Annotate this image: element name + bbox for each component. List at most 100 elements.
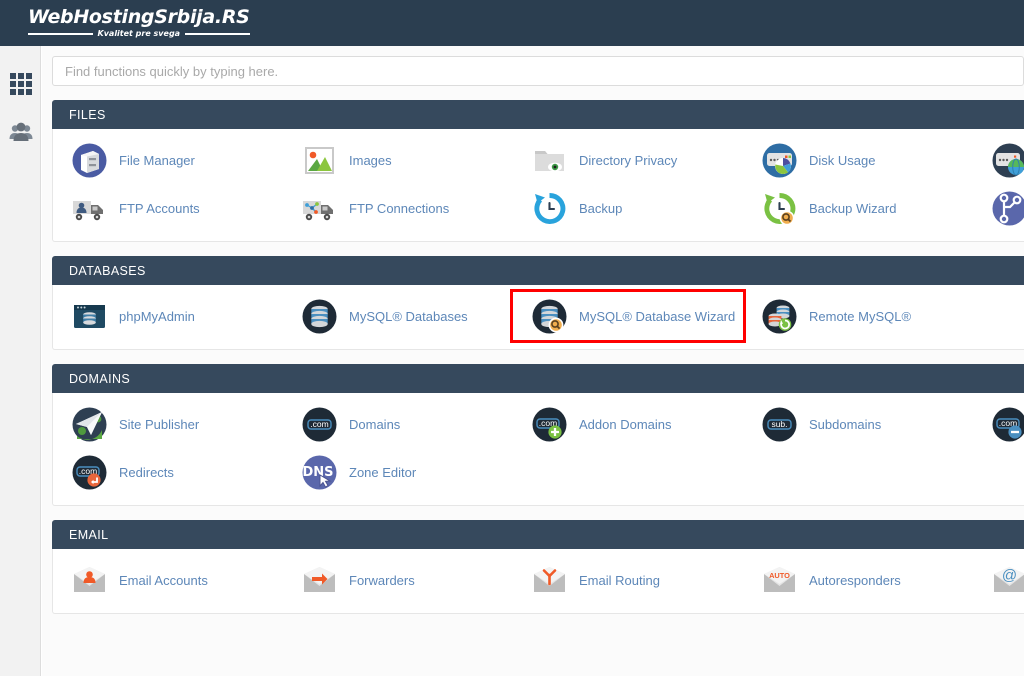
tool-item-addon-domains[interactable]: .com Addon Domains <box>513 400 743 448</box>
section-header-email: EMAIL <box>52 520 1024 549</box>
forwarders-icon <box>301 562 338 599</box>
tool-item-label[interactable]: File Manager <box>119 153 195 168</box>
section-header-domains: DOMAINS <box>52 364 1024 393</box>
logo-rule-right <box>185 33 250 35</box>
svg-text:.com: .com <box>310 419 328 429</box>
tool-item-label[interactable]: Remote MySQL® <box>809 309 911 324</box>
svg-text:AUTO: AUTO <box>769 571 790 580</box>
sidebar-item-user-manager[interactable] <box>0 108 41 156</box>
logo-subtitle-row: Kvalitet pre svega <box>28 30 250 38</box>
tool-item-label[interactable]: Email Routing <box>579 573 660 588</box>
backup-wizard-icon <box>761 190 798 227</box>
item-row: phpMyAdmin MySQL® Databases MySQL® Datab… <box>53 289 1024 343</box>
grid-icon <box>9 73 32 95</box>
section-body-databases: phpMyAdmin MySQL® Databases MySQL® Datab… <box>52 285 1024 350</box>
tool-item-remote-mysql[interactable]: Remote MySQL® <box>743 292 973 340</box>
tool-item-file-manager[interactable]: File Manager <box>53 136 283 184</box>
tool-item-label[interactable]: Backup <box>579 201 622 216</box>
tool-item-label[interactable]: Zone Editor <box>349 465 416 480</box>
sidebar-item-tools[interactable] <box>0 60 41 108</box>
tool-item-disk-usage[interactable]: Disk Usage <box>743 136 973 184</box>
tool-item-autoresponders[interactable]: AUTO Autoresponders <box>743 556 973 604</box>
tool-item-ftp-connections[interactable]: FTP Connections <box>283 184 513 232</box>
email-accounts-icon <box>71 562 108 599</box>
tool-item-label[interactable]: FTP Accounts <box>119 201 200 216</box>
item-row: FTP Accounts FTP Connections Backup Back… <box>53 184 1024 232</box>
tool-item-label[interactable]: Subdomains <box>809 417 881 432</box>
tool-item-backup[interactable]: Backup <box>513 184 743 232</box>
logo-subtitle: Kvalitet pre svega <box>97 29 181 38</box>
email-routing-icon <box>531 562 568 599</box>
tool-item-label[interactable]: MySQL® Database Wizard <box>579 309 735 324</box>
item-row: .com Redirects DNS Zone Editor <box>53 448 1024 496</box>
tool-item-label[interactable]: Email Accounts <box>119 573 208 588</box>
addon-domains-icon: .com <box>531 406 568 443</box>
tool-item-mysql-databases[interactable]: MySQL® Databases <box>283 292 513 340</box>
tool-item-subdomains[interactable]: sub. Subdomains <box>743 400 973 448</box>
tool-item-ftp-accounts[interactable]: FTP Accounts <box>53 184 283 232</box>
tool-item-email-accounts[interactable]: Email Accounts <box>53 556 283 604</box>
tool-item-forwarders[interactable]: Forwarders <box>283 556 513 604</box>
section-header-files: FILES <box>52 100 1024 129</box>
section-body-domains: Site Publisher .com Domains .com Addon D… <box>52 393 1024 506</box>
section-header-databases: DATABASES <box>52 256 1024 285</box>
tool-item-label[interactable]: phpMyAdmin <box>119 309 195 324</box>
tool-item-site-publisher[interactable]: Site Publisher <box>53 400 283 448</box>
logo-title: WebHostingSrbija.RS <box>28 6 250 28</box>
tool-item-label[interactable]: Disk Usage <box>809 153 875 168</box>
ftp-accounts-icon <box>71 190 108 227</box>
site-logo[interactable]: WebHostingSrbija.RS Kvalitet pre svega <box>0 8 250 38</box>
aliases-icon: .com <box>991 406 1024 443</box>
tool-item-label[interactable]: Domains <box>349 417 400 432</box>
tool-item-zone-editor[interactable]: DNS Zone Editor <box>283 448 513 496</box>
users-icon <box>8 122 34 142</box>
left-sidebar <box>0 46 41 676</box>
tool-item-label[interactable]: MySQL® Databases <box>349 309 468 324</box>
directory-privacy-icon <box>531 142 568 179</box>
tool-item-email-routing[interactable]: Email Routing <box>513 556 743 604</box>
tool-item-redirects[interactable]: .com Redirects <box>53 448 283 496</box>
redirects-icon: .com <box>71 454 108 491</box>
tool-item-label[interactable]: Directory Privacy <box>579 153 677 168</box>
search-input[interactable] <box>52 56 1024 86</box>
backup-icon <box>531 190 568 227</box>
tool-item-label[interactable]: Redirects <box>119 465 174 480</box>
tool-item-backup-wizard[interactable]: Backup Wizard <box>743 184 973 232</box>
section-email: EMAIL Email Accounts Forwarders Email Ro… <box>52 520 1024 614</box>
svg-text:sub.: sub. <box>771 419 787 429</box>
file-manager-icon <box>71 142 108 179</box>
item-row: File Manager Images Directory Privacy Di… <box>53 136 1024 184</box>
section-databases: DATABASES phpMyAdmin MySQL® Databases My… <box>52 256 1024 350</box>
images-icon <box>301 142 338 179</box>
main-content: FILES File Manager Images Directory Priv… <box>42 46 1024 676</box>
tool-item-label[interactable]: Site Publisher <box>119 417 199 432</box>
section-body-email: Email Accounts Forwarders Email Routing … <box>52 549 1024 614</box>
tool-item-aliases[interactable]: .com Aliases <box>973 400 1024 448</box>
tool-item-phpmyadmin[interactable]: phpMyAdmin <box>53 292 283 340</box>
tool-item-default-address[interactable]: @ Default Address <box>973 556 1024 604</box>
tool-item-git-version-control[interactable]: Git Version Control <box>973 184 1024 232</box>
tool-item-label[interactable]: Backup Wizard <box>809 201 896 216</box>
tool-item-label[interactable]: Addon Domains <box>579 417 672 432</box>
tool-item-web-disk[interactable]: Web Disk <box>973 136 1024 184</box>
section-domains: DOMAINS Site Publisher .com Domains .com… <box>52 364 1024 506</box>
top-header-bar: WebHostingSrbija.RS Kvalitet pre svega <box>0 0 1024 46</box>
tool-item-label[interactable]: Autoresponders <box>809 573 901 588</box>
tool-item-label[interactable]: Images <box>349 153 392 168</box>
tool-item-mysql-database-wizard[interactable]: MySQL® Database Wizard <box>510 289 746 343</box>
mysql-databases-icon <box>301 298 338 335</box>
remote-mysql-icon <box>761 298 798 335</box>
svg-text:@: @ <box>1002 567 1017 584</box>
tool-item-directory-privacy[interactable]: Directory Privacy <box>513 136 743 184</box>
site-publisher-icon <box>71 406 108 443</box>
search-bar-wrapper <box>52 56 1024 86</box>
zone-editor-icon: DNS <box>301 454 338 491</box>
tool-item-domains[interactable]: .com Domains <box>283 400 513 448</box>
tool-item-label[interactable]: FTP Connections <box>349 201 449 216</box>
tool-item-images[interactable]: Images <box>283 136 513 184</box>
tool-item-label[interactable]: Forwarders <box>349 573 415 588</box>
ftp-connections-icon <box>301 190 338 227</box>
section-body-files: File Manager Images Directory Privacy Di… <box>52 129 1024 242</box>
svg-text:DNS: DNS <box>302 465 333 480</box>
subdomains-icon: sub. <box>761 406 798 443</box>
